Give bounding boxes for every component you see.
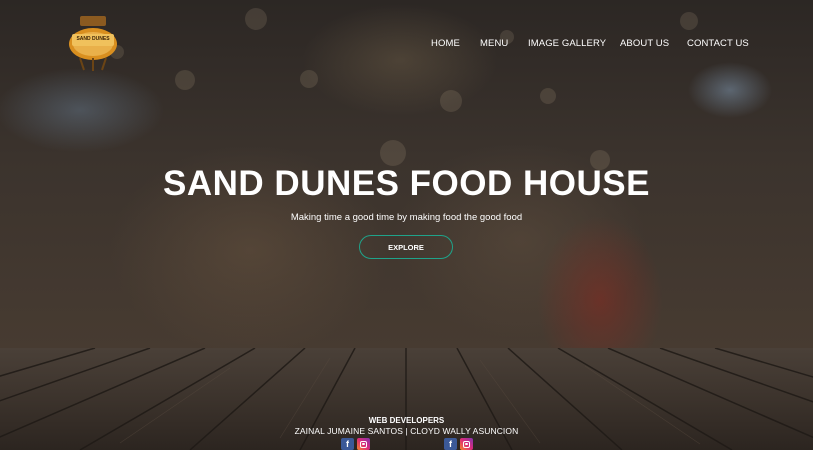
nav-about-us[interactable]: ABOUT US [620,38,669,49]
facebook-icon[interactable]: f [444,438,457,450]
nav-menu-link[interactable]: MENU [480,38,508,49]
nav-home[interactable]: HOME [431,38,460,49]
nav-contact-us[interactable]: CONTACT US [687,38,749,49]
footer: WEB DEVELOPERS ZAINAL JUMAINE SANTOS | C… [0,416,813,450]
logo-emblem-icon [69,16,117,71]
nav-image-gallery[interactable]: IMAGE GALLERY [528,38,606,49]
instagram-icon[interactable] [460,438,473,450]
navbar: SAND DUNES HOME MENU IMAGE GALLERY ABOUT… [0,0,813,90]
hero-title: SAND DUNES FOOD HOUSE [163,164,650,203]
explore-button[interactable]: EXPLORE [359,235,453,259]
developer-names: ZAINAL JUMAINE SANTOS | CLOYD WALLY ASUN… [294,426,519,436]
instagram-icon[interactable] [357,438,370,450]
hero-tagline: Making time a good time by making food t… [290,212,523,223]
logo-text: SAND DUNES [76,36,110,42]
facebook-icon[interactable]: f [341,438,354,450]
logo[interactable]: SAND DUNES [66,14,120,72]
footer-heading: WEB DEVELOPERS [368,416,445,425]
